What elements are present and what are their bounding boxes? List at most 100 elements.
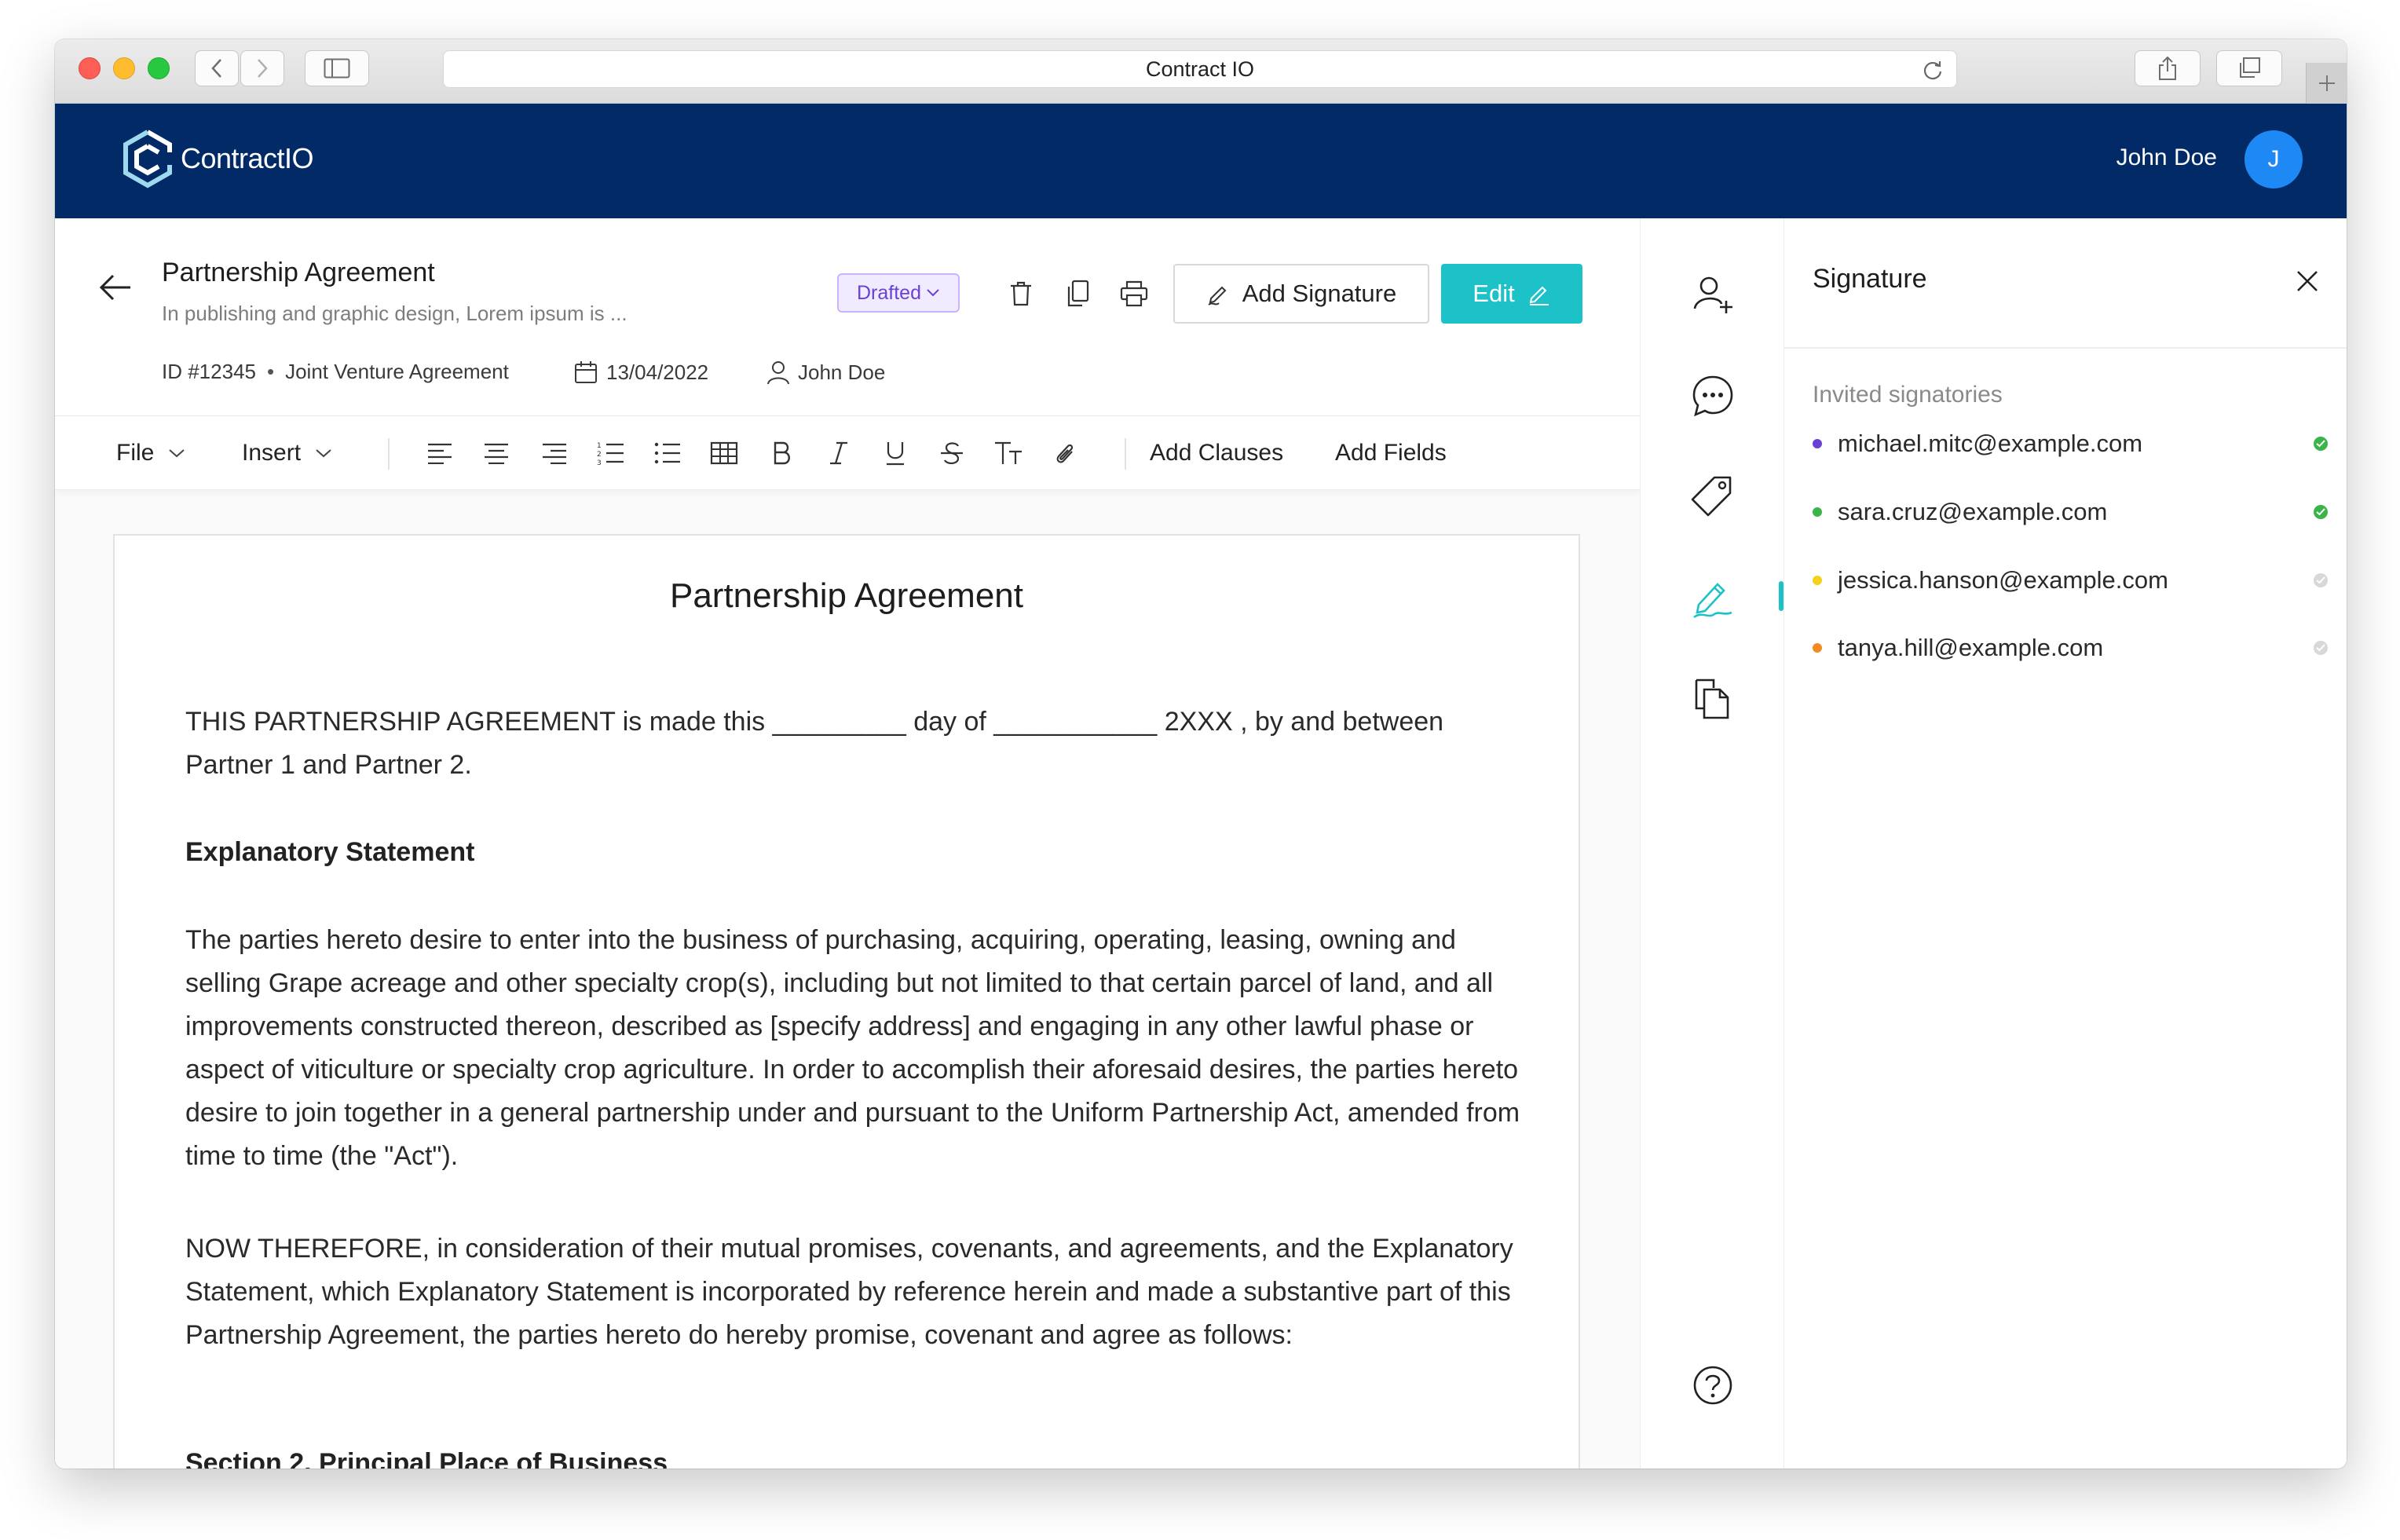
share-button[interactable] <box>2135 50 2201 86</box>
help-icon <box>1693 1366 1732 1405</box>
underline-icon <box>887 442 904 466</box>
stage: Contract IO ContractIO John Doe J Partne… <box>0 0 2400 1540</box>
browser-forward-button[interactable] <box>240 50 284 86</box>
arrow-left-icon <box>99 274 130 301</box>
print-button[interactable] <box>1117 276 1151 311</box>
back-button[interactable] <box>99 273 132 305</box>
comments-button[interactable] <box>1689 372 1736 419</box>
insert-menu[interactable]: Insert <box>242 416 332 490</box>
status-dropdown[interactable]: Drafted <box>837 273 960 313</box>
minimize-window-button[interactable] <box>113 57 135 79</box>
add-clauses-button[interactable]: Add Clauses <box>1150 416 1283 490</box>
page-heading: Partnership Agreement <box>669 576 1024 615</box>
signatory-item[interactable]: tanya.hill@example.com <box>1813 628 2328 668</box>
document-id: ID #12345 • Joint Venture Agreement <box>162 360 509 384</box>
document-subtitle: In publishing and graphic design, Lorem … <box>162 302 627 325</box>
document-date-text: 13/04/2022 <box>606 360 709 384</box>
signed-check-icon <box>2314 437 2328 451</box>
add-collaborator-button[interactable] <box>1689 270 1736 317</box>
browser-back-button[interactable] <box>195 50 239 86</box>
sidebar-toggle-button[interactable] <box>305 50 369 86</box>
bullet-list-button[interactable] <box>649 434 686 472</box>
align-left-button[interactable] <box>421 434 459 472</box>
pen-icon <box>1208 286 1227 305</box>
document-id-text: ID #12345 <box>162 360 256 383</box>
section-2-heading: Section 2. Principal Place of Business <box>185 1448 668 1469</box>
user-plus-icon <box>1693 276 1732 313</box>
logo-text: ContractIO <box>181 142 314 174</box>
add-signature-button[interactable]: Add Signature <box>1173 264 1429 324</box>
signatory-color-dot <box>1813 507 1822 517</box>
text-size-button[interactable] <box>990 434 1027 472</box>
status-label: Drafted <box>857 281 921 304</box>
signature-pen-icon <box>1693 583 1732 619</box>
close-panel-button[interactable] <box>2290 264 2325 298</box>
close-window-button[interactable] <box>79 57 101 79</box>
new-tab-button[interactable] <box>2306 63 2347 104</box>
plus-icon <box>2318 75 2335 91</box>
meta-separator: • <box>266 360 275 383</box>
delete-button[interactable] <box>1004 276 1038 311</box>
logo[interactable]: ContractIO <box>121 129 314 188</box>
document-owner: John Doe <box>766 360 885 385</box>
document-date: 13/04/2022 <box>573 360 708 385</box>
help-button[interactable] <box>1689 1362 1736 1409</box>
document-type: Joint Venture Agreement <box>285 360 509 383</box>
tags-button[interactable] <box>1689 473 1736 520</box>
tag-icon <box>1691 476 1732 517</box>
signatory-email: jessica.hanson@example.com <box>1838 566 2168 594</box>
now-therefore-paragraph: NOW THEREFORE, in consideration of their… <box>185 1234 1513 1350</box>
chevron-down-icon <box>927 289 939 297</box>
signatory-color-dot <box>1813 643 1822 653</box>
attachment-button[interactable] <box>1046 434 1084 472</box>
file-menu[interactable]: File <box>116 416 185 490</box>
align-right-button[interactable] <box>536 434 573 472</box>
invited-signatories-label: Invited signatories <box>1813 382 2003 408</box>
document-page[interactable]: Partnership Agreement THIS PARTNERSHIP A… <box>113 534 1580 1469</box>
address-bar-text: Contract IO <box>1145 57 1255 81</box>
document-owner-text: John Doe <box>798 360 886 384</box>
explanatory-heading: Explanatory Statement <box>185 837 475 867</box>
user-name[interactable]: John Doe <box>2116 144 2217 171</box>
pencil-icon <box>1529 286 1549 305</box>
duplicate-button[interactable] <box>1060 276 1095 311</box>
trash-icon <box>1011 281 1031 306</box>
calendar-icon <box>575 361 597 383</box>
italic-button[interactable] <box>820 434 858 472</box>
chevron-right-icon <box>258 59 268 78</box>
align-center-button[interactable] <box>477 434 515 472</box>
add-fields-button[interactable]: Add Fields <box>1335 416 1447 490</box>
underline-button[interactable] <box>876 434 914 472</box>
strikethrough-button[interactable] <box>933 434 971 472</box>
maximize-window-button[interactable] <box>148 57 170 79</box>
signatory-item[interactable]: jessica.hanson@example.com <box>1813 561 2328 600</box>
edit-button[interactable]: Edit <box>1441 264 1582 324</box>
numbered-list-button[interactable]: 123 <box>592 434 630 472</box>
add-signature-label: Add Signature <box>1242 280 1397 307</box>
numbered-list-icon: 123 <box>597 442 624 465</box>
file-menu-label: File <box>116 440 155 466</box>
documents-button[interactable] <box>1689 675 1736 722</box>
signature-panel: Signature Invited signatories michael.mi… <box>1784 218 2347 1469</box>
table-button[interactable] <box>705 434 743 472</box>
copy-icon <box>1067 280 1089 307</box>
editor-area: Partnership Agreement In publishing and … <box>55 218 1640 1469</box>
share-icon <box>2159 56 2176 80</box>
tabs-overview-button[interactable] <box>2216 50 2282 86</box>
text-size-icon <box>995 441 1022 464</box>
signature-button[interactable] <box>1689 573 1736 620</box>
address-bar[interactable]: Contract IO <box>443 50 1957 88</box>
insert-menu-label: Insert <box>242 440 302 466</box>
avatar[interactable]: J <box>2245 130 2303 188</box>
signatory-item[interactable]: sara.cruz@example.com <box>1813 492 2328 532</box>
signatory-item[interactable]: michael.mitc@example.com <box>1813 424 2328 463</box>
chevron-down-icon <box>169 449 185 458</box>
logo-mark-icon <box>123 130 172 188</box>
add-fields-label: Add Fields <box>1335 440 1447 466</box>
bold-button[interactable] <box>763 434 801 472</box>
reload-icon[interactable] <box>1922 59 1944 86</box>
printer-icon <box>1120 280 1148 307</box>
toolbar-divider <box>388 438 390 470</box>
add-clauses-label: Add Clauses <box>1150 440 1284 466</box>
tabs-icon <box>2240 57 2260 78</box>
